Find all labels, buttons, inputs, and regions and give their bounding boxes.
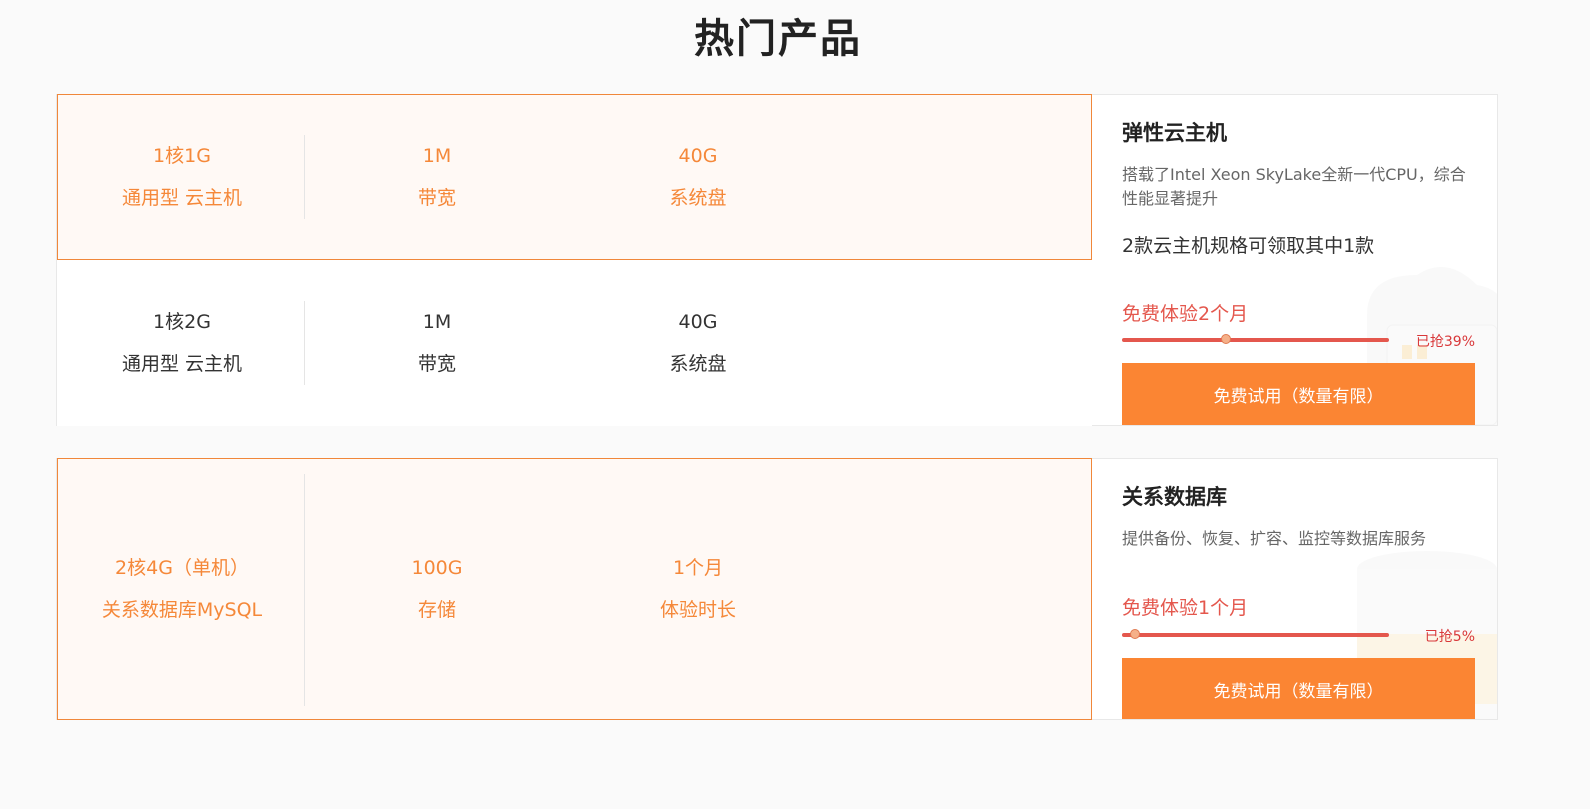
spec-value: 1M [422, 145, 452, 167]
spec-cpu-mem: 1核2G 通用型 云主机 [82, 301, 282, 385]
spec-value: 40G [678, 311, 718, 333]
progress-knob [1130, 629, 1141, 639]
spec-value: 40G [678, 145, 718, 167]
divider [304, 135, 305, 219]
spec-option-mysql[interactable]: 2核4G（单机） 关系数据库MySQL 100G 存储 1个月 体验时长 [57, 458, 1092, 720]
spec-option-1c1g[interactable]: 1核1G 通用型 云主机 1M 带宽 40G 系统盘 [57, 94, 1092, 260]
spec-options: 1核1G 通用型 云主机 1M 带宽 40G 系统盘 1核2G 通用型 云主机 … [57, 94, 1092, 426]
spec-bandwidth: 1M 带宽 [387, 135, 487, 219]
product-info-panel: 弹性云主机 搭载了Intel Xeon SkyLake全新一代CPU，综合性能显… [1092, 95, 1497, 425]
spec-label: 带宽 [417, 187, 456, 209]
spec-label: 系统盘 [669, 353, 727, 375]
spec-value: 1个月 [672, 557, 724, 579]
spec-value: 1M [422, 311, 452, 333]
spec-cpu-mem: 1核1G 通用型 云主机 [82, 135, 282, 219]
claimed-percent: 已抢39% [1415, 334, 1475, 350]
spec-value: 2核4G（单机） [115, 557, 249, 579]
spec-storage: 100G 存储 [387, 547, 487, 631]
divider [304, 474, 305, 706]
product-name: 关系数据库 [1122, 485, 1227, 509]
spec-instance: 2核4G（单机） 关系数据库MySQL [72, 547, 292, 631]
product-info-panel: 关系数据库 提供备份、恢复、扩容、监控等数据库服务 免费体验1个月 已抢5% 免… [1092, 459, 1497, 719]
spec-disk: 40G 系统盘 [648, 135, 748, 219]
claimed-progress-bar [1122, 334, 1389, 344]
spec-label: 关系数据库MySQL [101, 599, 263, 621]
free-trial-text: 免费体验2个月 [1122, 303, 1249, 325]
spec-value: 100G [411, 557, 463, 579]
section-title: 热门产品 [694, 16, 862, 62]
spec-label: 通用型 云主机 [121, 353, 243, 375]
claimed-percent: 已抢5% [1424, 629, 1475, 645]
product-card-cloud-host: 1核1G 通用型 云主机 1M 带宽 40G 系统盘 1核2G 通用型 云主机 … [56, 94, 1498, 426]
spec-label: 体验时长 [659, 599, 736, 621]
free-trial-button[interactable]: 免费试用（数量有限） [1122, 658, 1475, 719]
spec-value: 1核2G [153, 311, 211, 333]
spec-bandwidth: 1M 带宽 [387, 301, 487, 385]
spec-option-1c2g[interactable]: 1核2G 通用型 云主机 1M 带宽 40G 系统盘 [57, 260, 1092, 426]
product-card-database: 2核4G（单机） 关系数据库MySQL 100G 存储 1个月 体验时长 关系数… [56, 458, 1498, 720]
claimed-progress-bar [1122, 629, 1389, 639]
spec-disk: 40G 系统盘 [648, 301, 748, 385]
product-note: 2款云主机规格可领取其中1款 [1122, 235, 1375, 257]
product-description: 提供备份、恢复、扩容、监控等数据库服务 [1122, 529, 1427, 548]
spec-options: 2核4G（单机） 关系数据库MySQL 100G 存储 1个月 体验时长 [57, 458, 1092, 720]
spec-value: 1核1G [153, 145, 211, 167]
divider [304, 301, 305, 385]
free-trial-button[interactable]: 免费试用（数量有限） [1122, 363, 1475, 425]
spec-label: 系统盘 [669, 187, 727, 209]
spec-label: 存储 [417, 599, 456, 621]
progress-knob [1221, 334, 1232, 344]
spec-duration: 1个月 体验时长 [648, 547, 748, 631]
spec-label: 通用型 云主机 [121, 187, 243, 209]
free-trial-text: 免费体验1个月 [1122, 597, 1249, 619]
product-name: 弹性云主机 [1122, 121, 1227, 145]
product-description: 搭载了Intel Xeon SkyLake全新一代CPU，综合性能显著提升 [1122, 165, 1466, 208]
spec-label: 带宽 [417, 353, 456, 375]
